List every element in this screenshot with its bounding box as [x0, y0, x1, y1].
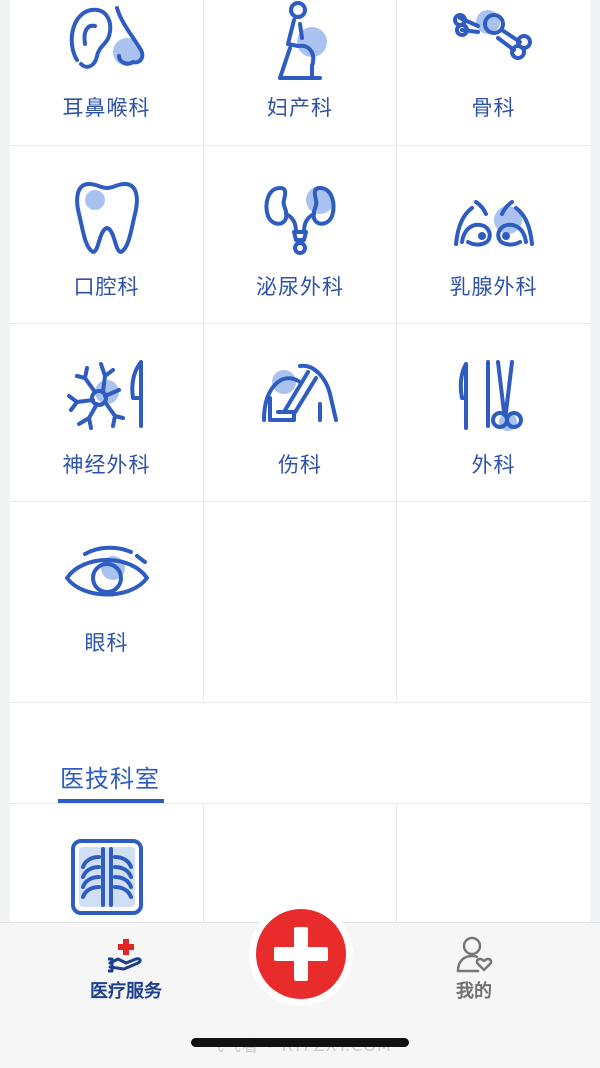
department-orthopedics[interactable]: 骨科	[397, 0, 590, 146]
department-label: 外科	[471, 453, 516, 477]
pregnant-woman-icon	[254, 0, 346, 90]
xray-icon	[61, 831, 153, 922]
department-label: 妇产科	[267, 96, 333, 120]
tab-mine[interactable]: 我的	[444, 935, 504, 1003]
department-obstetrics[interactable]: 妇产科	[204, 0, 397, 146]
department-breast-surgery[interactable]: 乳腺外科	[397, 146, 590, 324]
tab-medical-service-label: 医疗服务	[90, 981, 162, 1002]
arm-sling-icon	[254, 354, 346, 446]
department-label: 眼科	[84, 631, 129, 655]
department-radiology[interactable]	[10, 803, 204, 922]
medical-service-icon	[84, 935, 168, 975]
kidney-icon	[254, 174, 346, 266]
red-cross-button[interactable]	[256, 909, 346, 999]
clinical-department-grid: 耳鼻喉科 妇产科 骨科 口腔科 泌尿外科 乳腺外科 神经外科 伤科 外科 眼科	[10, 0, 590, 703]
department-label: 乳腺外科	[449, 275, 538, 299]
department-list: 耳鼻喉科 妇产科 骨科 口腔科 泌尿外科 乳腺外科 神经外科 伤科 外科 眼科 …	[10, 0, 590, 922]
department-label: 口腔科	[73, 275, 140, 299]
user-heart-icon	[444, 935, 504, 975]
empty-cell	[397, 803, 590, 922]
department-label: 耳鼻喉科	[62, 96, 151, 120]
department-neurosurgery[interactable]: 神经外科	[10, 324, 204, 502]
department-label: 伤科	[278, 453, 322, 477]
ear-nose-icon	[61, 0, 153, 90]
department-stomatology[interactable]: 口腔科	[10, 146, 204, 324]
department-urology[interactable]: 泌尿外科	[204, 146, 397, 324]
eye-icon	[61, 532, 153, 624]
department-label: 泌尿外科	[256, 275, 344, 299]
red-cross-icon-bar	[274, 947, 328, 961]
department-ophthalmology[interactable]: 眼科	[10, 502, 204, 703]
empty-cell	[397, 502, 590, 703]
empty-cell	[204, 803, 397, 922]
tooth-icon	[61, 174, 153, 266]
breast-icon	[448, 174, 540, 266]
department-surgery[interactable]: 外科	[397, 324, 590, 502]
neuron-scalpel-icon	[61, 354, 153, 446]
section-title: 医技科室	[60, 765, 160, 793]
tab-medical-service[interactable]: 医疗服务	[84, 935, 168, 1003]
tech-department-grid	[10, 803, 590, 922]
scalpel-scissors-icon	[448, 354, 540, 446]
department-label: 骨科	[471, 96, 516, 120]
department-ent[interactable]: 耳鼻喉科	[10, 0, 204, 146]
section-header: 医技科室	[10, 703, 590, 804]
home-indicator	[191, 1038, 409, 1047]
bone-joint-icon	[448, 0, 540, 90]
empty-cell	[204, 502, 397, 703]
department-label: 神经外科	[62, 453, 151, 477]
tab-mine-label: 我的	[456, 981, 492, 1002]
department-trauma[interactable]: 伤科	[204, 324, 397, 502]
